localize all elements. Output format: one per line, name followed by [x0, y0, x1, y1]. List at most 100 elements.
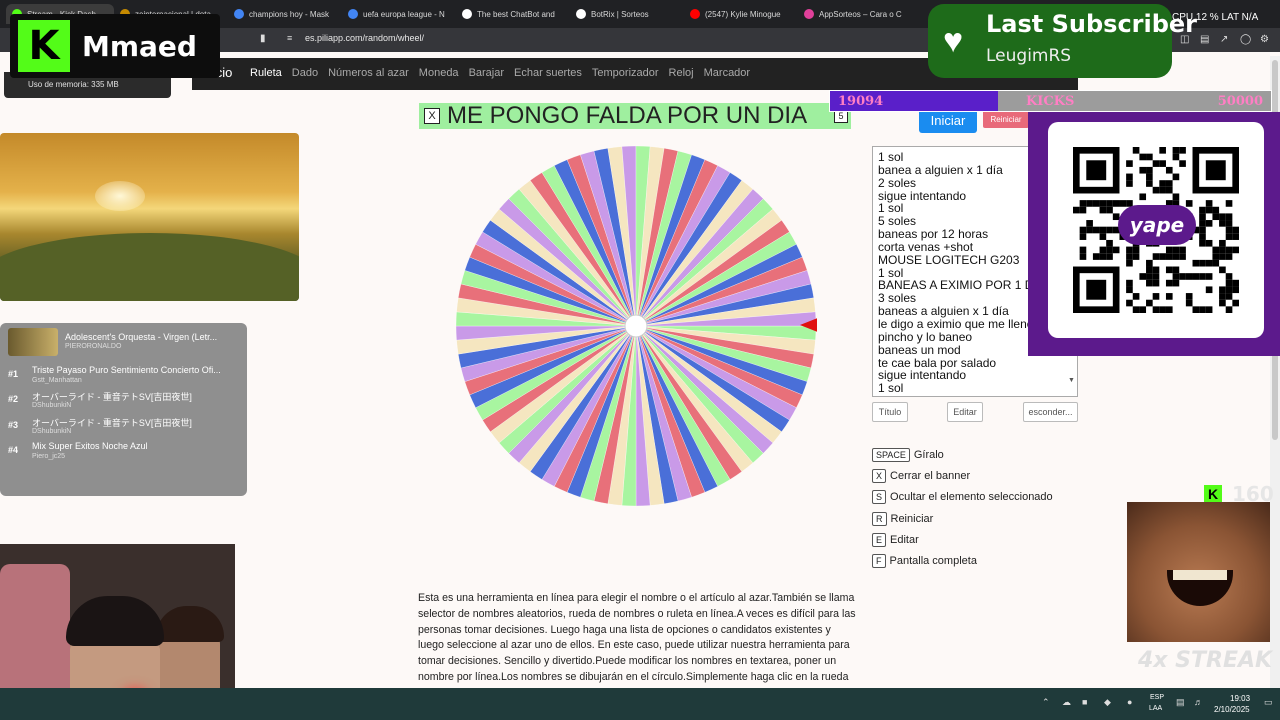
- bookmark-icon[interactable]: ▮: [260, 33, 266, 44]
- notifications-icon[interactable]: ▭: [1264, 697, 1273, 708]
- browser-tab[interactable]: uefa europa league - N: [348, 4, 456, 24]
- shortcut-row: R Reiniciar: [872, 511, 933, 527]
- site-info-icon[interactable]: ≡: [287, 33, 292, 43]
- qr-module: [1146, 180, 1153, 187]
- browser-tab[interactable]: champions hoy - Mask: [234, 4, 342, 24]
- kicks-label: KICKS: [1026, 94, 1075, 109]
- qr-module: [1219, 213, 1226, 221]
- microphone-icon[interactable]: ●: [1127, 697, 1132, 707]
- tray-expand-icon[interactable]: ⌃: [1042, 697, 1050, 708]
- shortcut-key[interactable]: R: [872, 512, 887, 526]
- qr-module: [1165, 186, 1173, 194]
- qr-module: [1205, 239, 1213, 247]
- shortcut-key[interactable]: S: [872, 490, 887, 504]
- volume-icon[interactable]: ♬: [1194, 697, 1203, 707]
- nav-items: Ruleta Dado Números al azar Moneda Barajar Ec…: [250, 67, 750, 79]
- qr-module: [1106, 246, 1113, 254]
- hill-shape: [0, 233, 299, 301]
- hide-button[interactable]: esconder...: [1023, 402, 1078, 422]
- wheel-center[interactable]: [624, 314, 648, 338]
- qr-module: [1185, 299, 1193, 307]
- nav-item[interactable]: Echar suertes: [514, 67, 582, 79]
- qr-finder: [1086, 279, 1107, 300]
- browser-tab[interactable]: (2547) Kylie Minogue: [690, 4, 798, 24]
- extensions-icon[interactable]: ▤: [1200, 34, 1209, 45]
- clock-time[interactable]: 19:03: [1230, 694, 1250, 703]
- nav-item[interactable]: Dado: [292, 67, 318, 79]
- tab-favicon-icon: [462, 9, 472, 19]
- wheel[interactable]: [455, 145, 817, 507]
- qr-module: [1205, 220, 1213, 227]
- app-tray-icon[interactable]: ■: [1082, 697, 1087, 707]
- qr-module: [1185, 273, 1193, 280]
- shortcut-label: Cerrar el banner: [890, 470, 971, 482]
- option-line[interactable]: sigue intentando: [878, 369, 1072, 382]
- qr-module: [1146, 166, 1153, 174]
- textarea-scroll-down-icon[interactable]: ▼: [1068, 377, 1075, 384]
- url-text[interactable]: es.piliapp.com/random/wheel/: [305, 33, 424, 43]
- meme-teeth: [1173, 570, 1227, 580]
- reset-button[interactable]: Reiniciar: [983, 110, 1029, 128]
- nav-item[interactable]: Moneda: [419, 67, 459, 79]
- keyboard-language[interactable]: ESP: [1150, 694, 1164, 701]
- qr-module: [1126, 279, 1133, 287]
- queue-artist: Gstt_Manhattan: [32, 377, 82, 384]
- qr-module: [1159, 253, 1166, 260]
- qr-module: [1219, 253, 1226, 260]
- qr-module: [1225, 273, 1233, 280]
- nav-item[interactable]: Marcador: [704, 67, 750, 79]
- memory-usage: Uso de memoria: 335 MB: [28, 80, 119, 89]
- qr-module: [1159, 306, 1166, 313]
- nvidia-icon[interactable]: ◆: [1104, 697, 1111, 708]
- title-button[interactable]: Título: [872, 402, 908, 422]
- qr-module: [1172, 253, 1180, 260]
- nav-item[interactable]: Números al azar: [328, 67, 409, 79]
- share-icon[interactable]: ↗: [1220, 34, 1228, 45]
- edit-button[interactable]: Editar: [947, 402, 983, 422]
- qr-module: [1199, 213, 1206, 221]
- qr-module: [1106, 206, 1113, 214]
- queue-artist: DShubunkiN: [32, 402, 72, 409]
- shortcut-key[interactable]: X: [872, 469, 887, 483]
- onedrive-icon[interactable]: ☁: [1062, 697, 1071, 708]
- qr-module: [1139, 193, 1147, 201]
- qr-module: [1099, 226, 1107, 234]
- qr-module: [1199, 233, 1206, 240]
- browser-tab[interactable]: AppSorteos – Cara o C: [804, 4, 912, 24]
- qr-module: [1172, 246, 1180, 254]
- qr-module: [1199, 239, 1206, 247]
- shortcut-key[interactable]: SPACE: [872, 448, 910, 462]
- yape-logo: yape: [1118, 205, 1196, 245]
- shortcut-label: Ocultar el elemento seleccionado: [890, 491, 1053, 503]
- shortcut-key[interactable]: F: [872, 554, 886, 568]
- qr-module: [1205, 286, 1213, 294]
- nav-item[interactable]: Barajar: [469, 67, 504, 79]
- wheel-title[interactable]: ME PONGO FALDA POR UN DIA: [447, 102, 807, 130]
- nav-item[interactable]: Ruleta: [250, 67, 282, 79]
- qr-module: [1073, 206, 1080, 214]
- queue-number: #3: [8, 420, 19, 430]
- nav-item[interactable]: Reloj: [669, 67, 694, 79]
- qr-module: [1165, 266, 1173, 274]
- qr-module: [1199, 220, 1206, 227]
- settings-icon[interactable]: ⚙: [1260, 34, 1269, 45]
- qr-module: [1126, 253, 1133, 260]
- shortcut-key[interactable]: E: [872, 533, 887, 547]
- streak-kick-icon: K: [1204, 485, 1222, 503]
- qr-module: [1212, 246, 1220, 254]
- shield-icon[interactable]: ◯: [1240, 34, 1251, 45]
- browser-tab[interactable]: The best ChatBot and: [462, 4, 570, 24]
- qr-module: [1212, 253, 1220, 260]
- network-icon[interactable]: ▤: [1176, 697, 1185, 708]
- close-banner-button[interactable]: X: [424, 108, 440, 124]
- shortcut-row: SPACE Gíralo: [872, 447, 944, 463]
- clock-date[interactable]: 2/10/2025: [1214, 705, 1250, 714]
- browser-tab[interactable]: BotRix | Sorteos: [576, 4, 684, 24]
- qr-module: [1132, 253, 1140, 260]
- shortcut-label: Reiniciar: [890, 513, 934, 525]
- option-line[interactable]: 1 sol: [878, 382, 1072, 395]
- qr-module: [1132, 147, 1140, 154]
- keyboard-layout[interactable]: LAA: [1149, 705, 1162, 712]
- tab-label: uefa europa league - N: [363, 9, 445, 19]
- nav-item[interactable]: Temporizador: [592, 67, 659, 79]
